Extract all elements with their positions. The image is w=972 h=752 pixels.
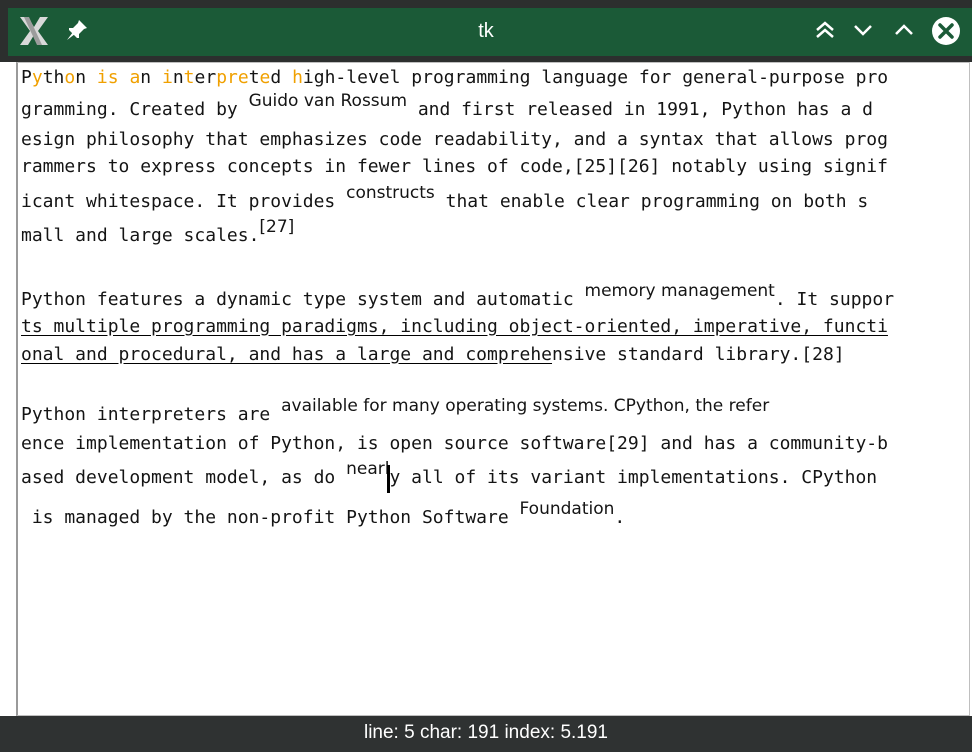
highlighted-text: i — [161, 67, 173, 88]
text-line: is managed by the non-profit Python Soft… — [21, 501, 626, 528]
text-run: n — [75, 67, 97, 88]
text-editor[interactable]: Python is an interpreted high-level prog… — [16, 62, 970, 716]
title-bar[interactable]: tk — [0, 0, 972, 62]
text-run: . — [614, 507, 626, 528]
chevron-down-icon — [854, 25, 872, 36]
text-line: Python is an interpreted high-level prog… — [21, 69, 888, 87]
text-line: Python interpreters are available for ma… — [21, 398, 769, 425]
text-line: icant whitespace. It provides constructs… — [21, 185, 869, 212]
text-run: d — [270, 67, 293, 88]
chevron-up-icon — [895, 24, 913, 35]
shade-button[interactable] — [812, 17, 838, 43]
highlighted-text: pre — [216, 67, 249, 88]
raised-text: constructs — [346, 183, 435, 203]
text-run: and first released in 1991, Python has a… — [407, 99, 873, 120]
text-run: ased development model, as do — [21, 467, 347, 488]
text-run: y all of its variant implementations. CP… — [389, 467, 878, 488]
text-line: gramming. Created by Guido van Rossum an… — [21, 93, 873, 120]
text-run: nsive standard library.[28] — [552, 344, 845, 365]
text-cursor — [387, 465, 390, 493]
highlighted-text: is — [96, 67, 119, 88]
text-run: t — [248, 67, 260, 88]
close-button[interactable] — [930, 15, 962, 47]
raised-text: Guido van Rossum — [248, 91, 407, 111]
text-run: n — [140, 67, 162, 88]
text-line: ased development model, as do nearly all… — [21, 461, 878, 488]
highlighted-text: h — [292, 67, 303, 88]
minimize-button[interactable] — [850, 17, 876, 43]
highlighted-text: y — [31, 67, 43, 88]
text-line: mall and large scales.[27] — [21, 219, 294, 246]
text-run: that enable clear programming on both s — [434, 191, 869, 212]
text-run: esign philosophy that emphasizes code re… — [21, 129, 888, 150]
highlighted-text: a — [129, 67, 141, 88]
text-run: . It suppor — [774, 289, 895, 310]
status-text: line: 5 char: 191 index: 5.191 — [363, 722, 608, 743]
text-run: rammers to express concepts in fewer lin… — [21, 156, 888, 177]
text-run: gramming. Created by — [21, 99, 249, 120]
text-run: is managed by the non-profit Python Soft… — [21, 507, 520, 528]
status-bar: line: 5 char: 191 index: 5.191 — [0, 716, 972, 752]
double-chevron-up-icon — [816, 21, 834, 38]
text-line: ts multiple programming paradigms, inclu… — [21, 318, 888, 336]
underlined-text: onal and procedural, and has a large and… — [21, 344, 553, 365]
raised-text: memory management — [584, 281, 775, 301]
raised-text: available for many operating systems. CP… — [281, 396, 770, 416]
raised-text: Foundation — [519, 499, 615, 519]
text-line: Python features a dynamic type system an… — [21, 283, 895, 310]
text-line: onal and procedural, and has a large and… — [21, 346, 845, 364]
text-line: ence implementation of Python, is open s… — [21, 435, 888, 453]
highlighted-text: t — [183, 67, 195, 88]
raised-text: nearl — [346, 459, 390, 479]
text-content: Python is an interpreted high-level prog… — [18, 63, 969, 715]
highlighted-text: o — [64, 67, 76, 88]
text-run: mall and large scales. — [21, 225, 260, 246]
text-line: rammers to express concepts in fewer lin… — [21, 158, 888, 176]
underlined-text: ts multiple programming paradigms, inclu… — [21, 316, 888, 337]
text-run: Python interpreters are — [21, 404, 282, 425]
text-run: n — [172, 67, 184, 88]
text-run: icant whitespace. It provides — [21, 191, 347, 212]
highlighted-text: e — [259, 67, 271, 88]
text-run: Python features a dynamic type system an… — [21, 289, 585, 310]
close-icon — [932, 17, 960, 45]
raised-text: [27] — [259, 217, 295, 237]
text-run: er — [194, 67, 217, 88]
text-run: th — [42, 67, 65, 88]
text-line: esign philosophy that emphasizes code re… — [21, 131, 888, 149]
text-run — [119, 67, 130, 88]
text-run: ence implementation of Python, is open s… — [21, 433, 888, 454]
text-run: igh-level programming language for gener… — [302, 67, 889, 88]
maximize-button[interactable] — [891, 17, 917, 43]
text-run: P — [21, 67, 32, 88]
